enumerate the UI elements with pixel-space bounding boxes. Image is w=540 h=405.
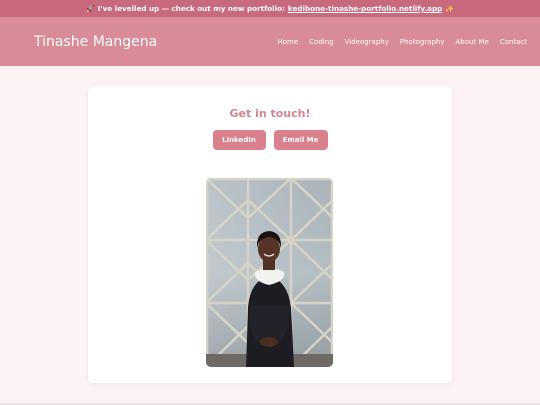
nav-item-photography[interactable]: Photography xyxy=(400,38,445,46)
nav-item-coding[interactable]: Coding xyxy=(309,38,333,46)
email-button[interactable]: Email Me xyxy=(273,130,328,150)
nav-menu: Home Coding Videography Photography Abou… xyxy=(278,38,528,46)
nav-item-contact[interactable]: Contact xyxy=(500,38,527,46)
nav-item-about-me[interactable]: About Me xyxy=(455,38,488,46)
sparkle-icon: ✨ xyxy=(445,4,454,13)
navbar: Tinashe Mangena Home Coding Videography … xyxy=(0,17,540,66)
linkedin-button[interactable]: LinkedIn xyxy=(212,130,266,150)
contact-card: Get in touch! LinkedIn Email Me xyxy=(88,86,452,383)
portfolio-link[interactable]: kedibone-tinashe-portfolio.netlify.app xyxy=(288,4,442,13)
contact-buttons: LinkedIn Email Me xyxy=(88,130,452,150)
rocket-icon: 🚀 xyxy=(85,4,95,13)
nav-item-home[interactable]: Home xyxy=(278,38,299,46)
contact-title: Get in touch! xyxy=(229,107,311,120)
announcement-banner: 🚀 I've levelled up — check out my new po… xyxy=(0,0,540,17)
profile-photo xyxy=(206,178,333,367)
banner-text: I've levelled up — check out my new port… xyxy=(97,4,285,13)
site-brand[interactable]: Tinashe Mangena xyxy=(34,34,157,50)
nav-item-videography[interactable]: Videography xyxy=(345,38,389,46)
